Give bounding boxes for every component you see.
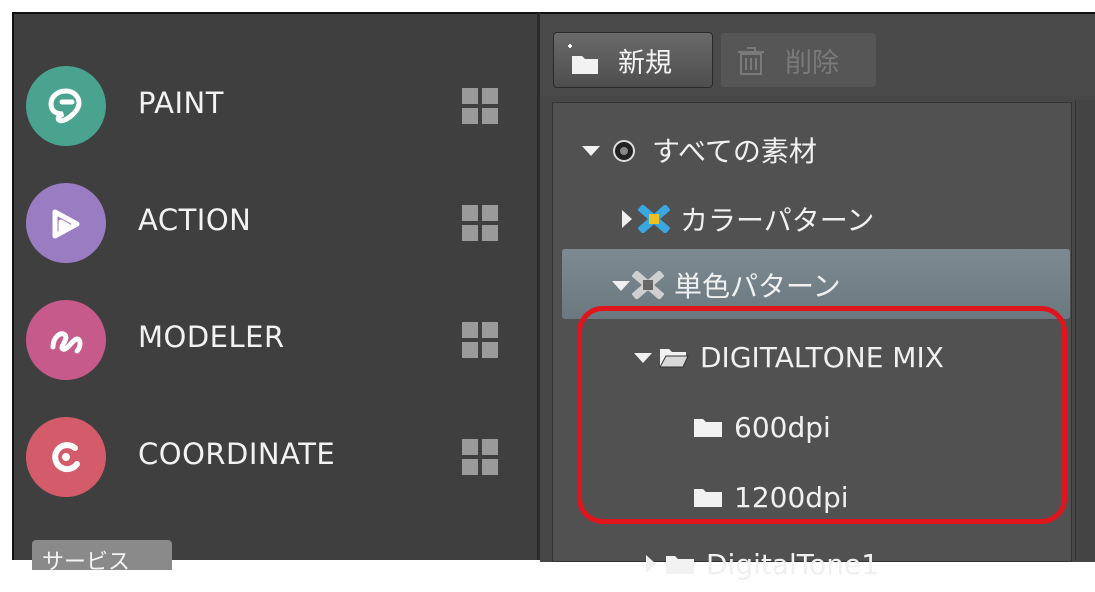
app-item-paint[interactable]: PAINT [26, 66, 506, 150]
material-panel: 新規 削除 すべての素材 カラーパターン 単色パターン DIGITALTONE … [540, 12, 1095, 581]
tree-label: すべての素材 [652, 135, 817, 168]
tree-item-digitaltone1[interactable]: DigitalTone1 [640, 536, 879, 592]
grid-icon[interactable] [462, 88, 498, 124]
expand-arrow-icon[interactable] [640, 553, 662, 575]
material-toolbar: 新規 削除 [540, 14, 1095, 96]
grid-icon[interactable] [462, 439, 498, 475]
tree-item-1200dpi[interactable]: 1200dpi [692, 469, 849, 525]
tree-label: 600dpi [734, 410, 831, 444]
app-label-modeler: MODELER [138, 320, 285, 354]
tree-label: DigitalTone1 [706, 547, 880, 581]
app-label-action: ACTION [138, 203, 252, 237]
tree-item-color-pattern[interactable]: カラーパターン [616, 191, 874, 247]
grid-icon[interactable] [462, 322, 498, 358]
folder-icon [692, 483, 724, 511]
tree-label: DIGITALTONE MIX [700, 340, 944, 374]
collapse-arrow-icon[interactable] [610, 274, 632, 296]
new-button-label: 新規 [618, 47, 672, 79]
open-folder-icon [658, 343, 690, 371]
action-logo-icon [26, 183, 106, 263]
delete-button-label: 削除 [785, 47, 839, 79]
new-button[interactable]: 新規 [553, 32, 713, 88]
tree-scrollbar[interactable] [1075, 100, 1095, 560]
tree-item-600dpi[interactable]: 600dpi [692, 399, 831, 455]
new-folder-icon [564, 40, 604, 80]
app-item-action[interactable]: ACTION [26, 183, 506, 267]
tab-service[interactable]: サービス [32, 540, 172, 570]
app-label-coordinate: COORDINATE [138, 437, 336, 471]
expand-arrow-icon[interactable] [616, 208, 638, 230]
folder-icon [664, 550, 696, 578]
grid-icon[interactable] [462, 205, 498, 241]
folder-icon [692, 413, 724, 441]
tree-label: 1200dpi [734, 480, 849, 514]
color-pattern-icon [637, 203, 671, 235]
collapse-arrow-icon[interactable] [632, 346, 654, 368]
app-label-paint: PAINT [138, 86, 224, 120]
collapse-arrow-icon[interactable] [580, 139, 602, 161]
trash-icon [731, 40, 771, 80]
paint-logo-icon [26, 66, 106, 146]
mono-pattern-icon [631, 269, 665, 301]
delete-button[interactable]: 削除 [720, 32, 877, 88]
disc-icon [610, 136, 642, 164]
app-item-coordinate[interactable]: COORDINATE [26, 417, 506, 501]
tree-label: カラーパターン [680, 204, 875, 237]
tree-item-all-materials[interactable]: すべての素材 [580, 122, 817, 178]
tree-label: 単色パターン [674, 270, 841, 303]
tree-item-mono-pattern[interactable]: 単色パターン [610, 257, 841, 313]
coordinate-logo-icon [26, 417, 106, 497]
app-item-modeler[interactable]: MODELER [26, 300, 506, 384]
modeler-logo-icon [26, 300, 106, 380]
tree-item-digitaltone-mix[interactable]: DIGITALTONE MIX [632, 329, 944, 385]
